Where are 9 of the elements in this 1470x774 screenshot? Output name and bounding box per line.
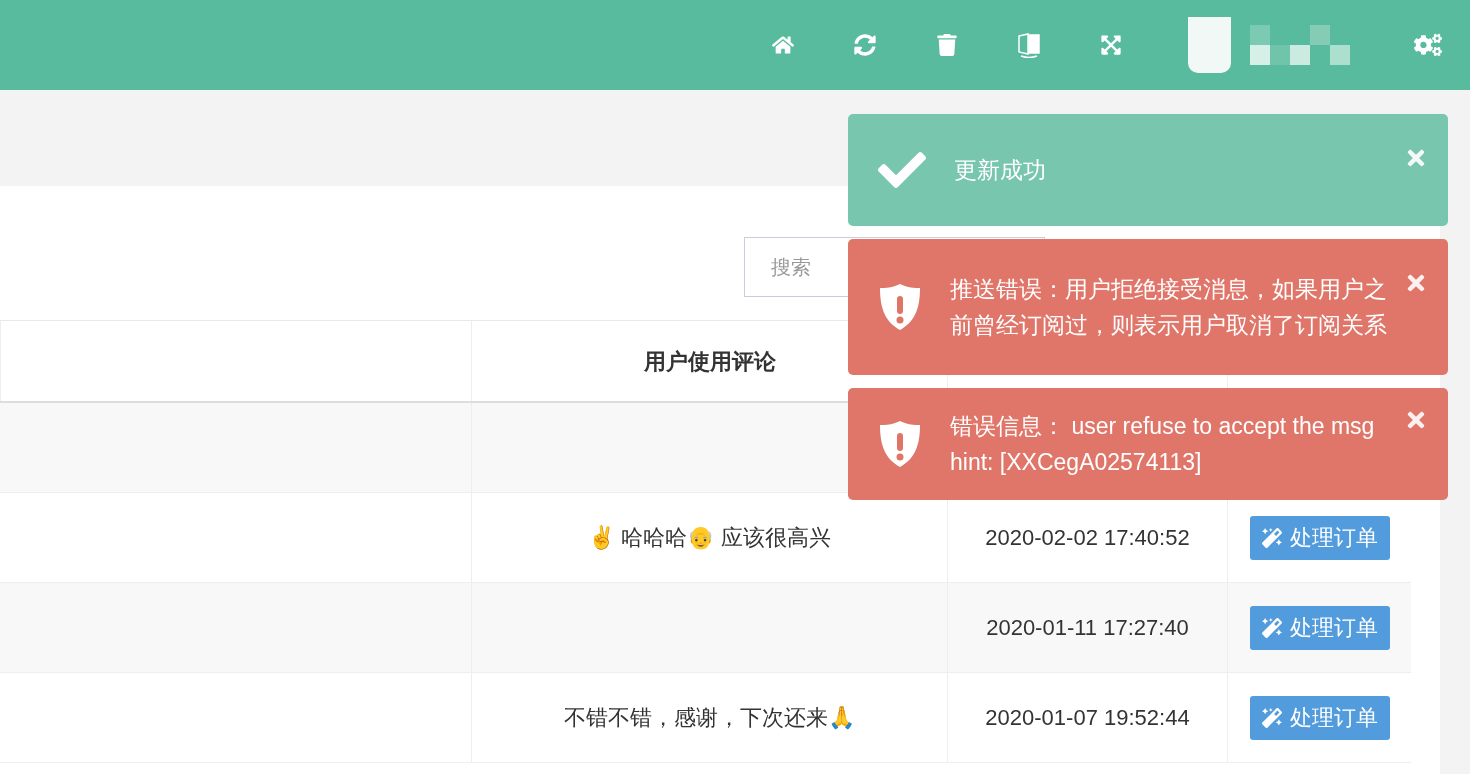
toast-message: 推送错误：用户拒绝接受消息，如果用户之前曾经订阅过，则表示用户取消了订阅关系 [950,275,1388,340]
toast-message: 错误信息： user refuse to accept the msg hint: [XXCegA02574113] [950,412,1376,477]
column-header: 用户使用评论 [643,347,776,376]
toast-message: 更新成功 [954,156,1047,185]
table-cell-text: 2020-01-07 19:52:44 [985,704,1190,732]
table-cell-text: 不错不错，感谢，下次还来🙏 [564,704,855,732]
table-cell-text: 2020-02-02 17:40:52 [985,524,1190,552]
table-cell-text: ✌ 哈哈哈👴 应该很高兴 [588,524,831,552]
table-cell-text: 2020-01-11 17:27:40 [986,614,1189,642]
